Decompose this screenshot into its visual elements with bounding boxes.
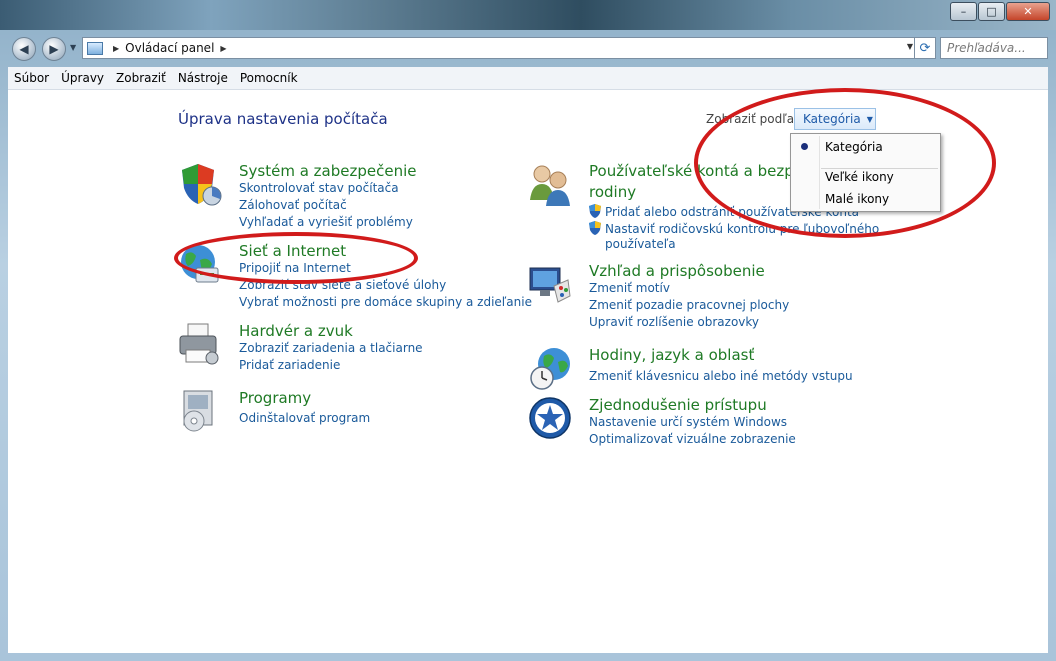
link-add-device[interactable]: Pridať zariadenie (239, 358, 340, 372)
category-title[interactable]: Systém a zabezpečenie (239, 162, 416, 180)
control-panel-icon (87, 41, 103, 55)
link-uninstall-program[interactable]: Odinštalovať program (239, 411, 370, 425)
recent-pages-dropdown[interactable]: ▼ (70, 43, 76, 52)
menu-view[interactable]: Zobraziť (110, 71, 172, 85)
refresh-icon: ⟳ (919, 40, 931, 56)
menu-separator (821, 168, 938, 169)
ease-of-access-icon (529, 397, 571, 439)
menu-file[interactable]: Súbor (8, 71, 55, 85)
category-title[interactable]: Programy (239, 389, 311, 407)
globe-clock-icon (530, 348, 570, 390)
link-parental-controls[interactable]: Nastaviť rodičovskú kontrolu pre ľubovoľ… (589, 221, 879, 236)
category-title[interactable]: Hardvér a zvuk (239, 322, 353, 340)
menu-edit[interactable]: Úpravy (55, 71, 110, 85)
arrow-left-icon: ◀ (19, 42, 29, 56)
address-bar[interactable]: ▶ Ovládací panel ▶ ▼ (82, 37, 918, 59)
shield-icon (182, 164, 222, 206)
view-by-dropdown[interactable]: Kategória ▼ (794, 108, 876, 130)
view-by-menu: Kategória Veľké ikony Malé ikony (790, 133, 941, 212)
category-title-line2[interactable]: rodiny (589, 183, 636, 201)
refresh-button[interactable]: ⟳ (914, 37, 936, 59)
breadcrumb-chevron-icon[interactable]: ▶ (220, 44, 226, 53)
view-by-label: Zobraziť podľa: (706, 112, 799, 126)
users-icon (530, 165, 570, 206)
close-button[interactable]: ✕ (1006, 2, 1050, 21)
page-title: Úprava nastavenia počítača (178, 110, 388, 128)
title-bar[interactable]: – □ ✕ (0, 0, 1056, 30)
content-pane: Úprava nastavenia počítača Zobraziť podľ… (8, 88, 1048, 653)
link-change-theme[interactable]: Zmeniť motív (589, 281, 670, 295)
selected-bullet-icon (801, 143, 808, 150)
maximize-button[interactable]: □ (978, 2, 1005, 21)
window-controls: – □ ✕ (949, 2, 1050, 22)
globe-network-icon (181, 245, 219, 283)
link-screen-resolution[interactable]: Upraviť rozlíšenie obrazovky (589, 315, 759, 329)
link-change-background[interactable]: Zmeniť pozadie pracovnej plochy (589, 298, 789, 312)
printer-icon (179, 323, 219, 365)
forward-button[interactable]: ▶ (42, 37, 66, 61)
uac-shield-icon (589, 204, 601, 218)
category-title[interactable]: Vzhľad a prispôsobenie (589, 262, 765, 280)
category-title[interactable]: Zjednodušenie prístupu (589, 396, 767, 414)
link-troubleshoot[interactable]: Vyhľadať a vyriešiť problémy (239, 215, 413, 229)
arrow-right-icon: ▶ (49, 42, 59, 56)
uac-shield-icon (589, 221, 601, 235)
breadcrumb-control-panel[interactable]: Ovládací panel (125, 41, 214, 55)
menu-option-category[interactable]: Kategória (825, 140, 883, 154)
breadcrumb-chevron-icon[interactable]: ▶ (113, 44, 119, 53)
menu-bar: Súbor Úpravy Zobraziť Nástroje Pomocník (8, 67, 1048, 90)
menu-tools[interactable]: Nástroje (172, 71, 234, 85)
link-parental-controls-line2[interactable]: používateľa (605, 237, 676, 251)
link-change-keyboard[interactable]: Zmeniť klávesnicu alebo iné metódy vstup… (589, 369, 853, 383)
address-toolbar: ◀ ▶ ▼ ▶ Ovládací panel ▶ ▼ ⟳ Prehľadáva.… (8, 36, 1048, 62)
back-button[interactable]: ◀ (12, 37, 36, 61)
category-title[interactable]: Sieť a Internet (239, 242, 346, 260)
menu-option-large-icons[interactable]: Veľké ikony (825, 170, 894, 184)
link-connect-internet[interactable]: Pripojiť na Internet (239, 261, 351, 275)
view-by-value: Kategória (803, 112, 861, 126)
minimize-button[interactable]: – (950, 2, 977, 21)
link-backup[interactable]: Zálohovať počítač (239, 198, 347, 212)
link-homegroup[interactable]: Vybrať možnosti pre domáce skupiny a zdi… (239, 295, 532, 309)
control-panel-window: – □ ✕ ◀ ▶ ▼ ▶ Ovládací panel ▶ ▼ ⟳ Prehľ… (0, 0, 1056, 661)
search-input[interactable]: Prehľadáva... (940, 37, 1048, 59)
chevron-down-icon: ▼ (866, 114, 873, 124)
link-windows-suggest[interactable]: Nastavenie určí systém Windows (589, 415, 787, 429)
menu-option-small-icons[interactable]: Malé ikony (825, 192, 889, 206)
link-network-status[interactable]: Zobraziť stav siete a sieťové úlohy (239, 278, 446, 292)
link-text: Nastaviť rodičovskú kontrolu pre ľubovoľ… (605, 222, 880, 236)
monitor-palette-icon (529, 267, 571, 303)
programs-icon (183, 390, 213, 432)
menu-gutter (819, 136, 820, 209)
link-optimize-display[interactable]: Optimalizovať vizuálne zobrazenie (589, 432, 796, 446)
menu-help[interactable]: Pomocník (234, 71, 304, 85)
link-devices-printers[interactable]: Zobraziť zariadenia a tlačiarne (239, 341, 423, 355)
address-dropdown-icon[interactable]: ▼ (907, 42, 913, 51)
link-check-status[interactable]: Skontrolovať stav počítača (239, 181, 399, 195)
category-title[interactable]: Hodiny, jazyk a oblasť (589, 346, 754, 364)
